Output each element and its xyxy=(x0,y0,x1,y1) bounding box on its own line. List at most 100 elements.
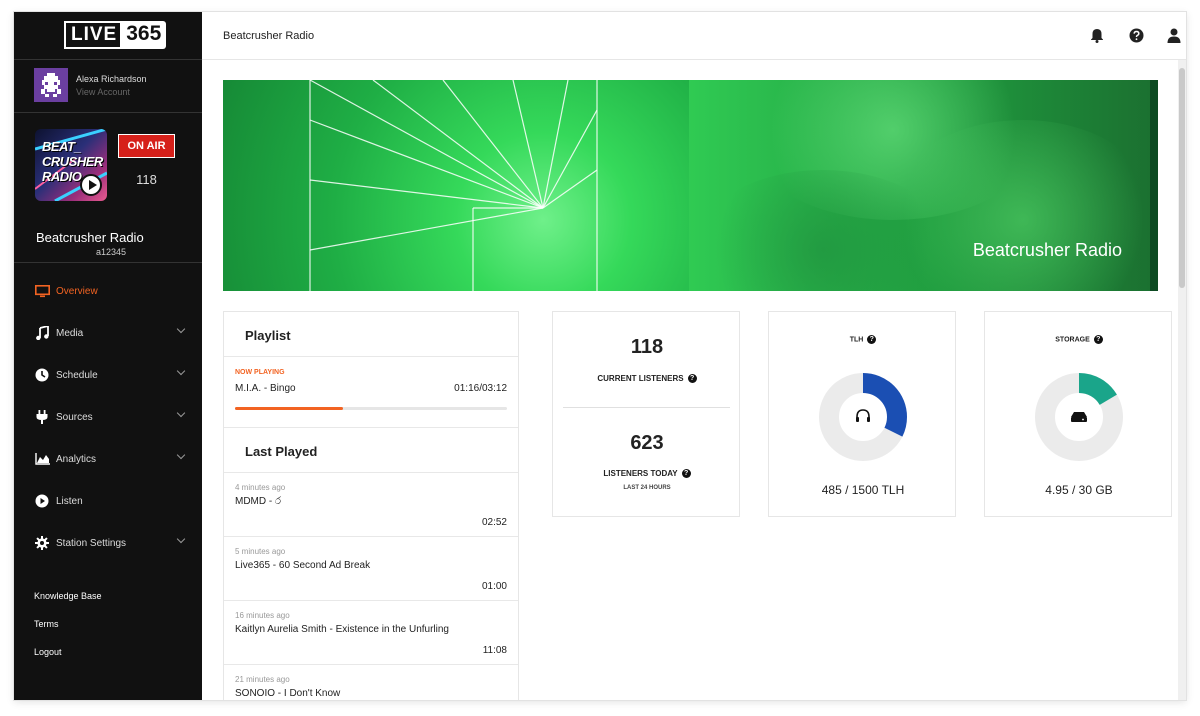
live365-logo[interactable]: LIVE 365 xyxy=(64,21,167,49)
now-playing-time: 01:16/03:12 xyxy=(454,383,507,394)
list-item: 5 minutes ago Live365 - 60 Second Ad Bre… xyxy=(224,537,518,601)
now-playing-label: NOW PLAYING xyxy=(235,369,285,376)
divider xyxy=(563,407,730,408)
user-name: Alexa Richardson xyxy=(76,73,147,84)
tlh-value: 485 / 1500 TLH xyxy=(821,483,905,497)
sidebar-item-schedule[interactable]: Schedule xyxy=(14,354,202,396)
tlh-label: TLH? xyxy=(769,335,957,344)
played-duration: 02:52 xyxy=(481,517,507,528)
divider xyxy=(14,59,202,60)
knowledge-base-link[interactable]: Knowledge Base xyxy=(34,591,102,619)
play-circle-icon xyxy=(34,494,50,508)
chevron-down-icon xyxy=(176,534,186,544)
donut-center xyxy=(844,398,882,436)
station-id: a12345 xyxy=(96,247,127,257)
tlh-donut xyxy=(819,373,907,461)
list-item: 16 minutes ago Kaitlyn Aurelia Smith - E… xyxy=(224,601,518,665)
sidebar-item-label: Media xyxy=(56,327,84,339)
help-icon[interactable]: ? xyxy=(1093,335,1103,344)
listeners-today-value: 623 xyxy=(630,432,664,454)
listeners-today-label: LISTENERS TODAY? xyxy=(553,469,741,479)
station-name: Beatcrusher Radio xyxy=(36,230,144,245)
chevron-down-icon xyxy=(176,408,186,418)
now-playing: NOW PLAYING M.I.A. - Bingo 01:16/03:12 xyxy=(224,357,518,428)
sidebar-item-listen[interactable]: Listen xyxy=(14,480,202,522)
storage-donut xyxy=(1035,373,1123,461)
top-bar: Beatcrusher Radio xyxy=(202,12,1186,60)
help-icon[interactable]: ? xyxy=(681,469,691,479)
sidebar-nav: Overview Media Schedule Sources Analytic… xyxy=(14,270,202,564)
page-title: Beatcrusher Radio xyxy=(223,30,315,42)
storage-card: STORAGE? 4.95 / 30 GB xyxy=(984,311,1172,517)
user-account[interactable]: Alexa Richardson View Account xyxy=(34,68,147,102)
footer-links: Knowledge Base Terms Logout xyxy=(34,591,102,675)
played-duration: 11:08 xyxy=(482,645,507,656)
sidebar-item-label: Station Settings xyxy=(56,537,127,549)
scrollbar-thumb[interactable] xyxy=(1179,68,1185,288)
current-listeners-text: CURRENT LISTENERS xyxy=(597,374,684,383)
user-icon[interactable] xyxy=(1165,26,1183,44)
view-account-link[interactable]: View Account xyxy=(76,87,147,97)
help-icon[interactable] xyxy=(1127,26,1145,44)
listeners-card: 118 CURRENT LISTENERS? 623 LISTENERS TOD… xyxy=(552,311,740,517)
logo-live: LIVE xyxy=(64,21,123,49)
help-icon[interactable]: ? xyxy=(867,335,877,344)
now-playing-track: M.I.A. - Bingo xyxy=(235,383,296,394)
playlist-title: Playlist xyxy=(224,312,518,357)
list-item: 21 minutes ago SONOIO - I Don't Know xyxy=(224,665,518,700)
played-duration: 01:00 xyxy=(481,581,507,592)
listener-count: 118 xyxy=(136,172,157,187)
station-banner: Beatcrusher Radio xyxy=(223,80,1158,291)
played-track: MDMD - ර xyxy=(235,496,282,507)
current-listeners-value: 118 xyxy=(630,336,664,358)
sidebar-item-station-settings[interactable]: Station Settings xyxy=(14,522,202,564)
terms-link[interactable]: Terms xyxy=(34,619,102,647)
sidebar-item-analytics[interactable]: Analytics xyxy=(14,438,202,480)
help-icon[interactable]: ? xyxy=(687,374,697,384)
scrollbar[interactable] xyxy=(1178,60,1186,700)
storage-value: 4.95 / 30 GB xyxy=(1045,483,1113,497)
play-button[interactable] xyxy=(80,174,102,196)
chevron-down-icon xyxy=(176,366,186,376)
sidebar-item-overview[interactable]: Overview xyxy=(14,270,202,312)
hard-drive-icon xyxy=(1071,412,1087,422)
sidebar: LIVE 365 Alexa Richardson View Account B… xyxy=(14,12,202,700)
chevron-down-icon xyxy=(176,324,186,334)
current-listeners-label: CURRENT LISTENERS? xyxy=(553,374,741,384)
sidebar-item-label: Listen xyxy=(56,495,83,507)
progress-bar xyxy=(235,407,507,410)
played-time-ago: 16 minutes ago xyxy=(235,611,290,620)
storage-label: STORAGE? xyxy=(985,335,1173,344)
progress-fill xyxy=(235,407,343,410)
sidebar-item-label: Analytics xyxy=(56,453,97,465)
divider xyxy=(14,112,202,113)
banner-title: Beatcrusher Radio xyxy=(972,240,1122,260)
played-track: Kaitlyn Aurelia Smith - Existence in the… xyxy=(235,624,449,635)
banner-lines xyxy=(309,80,598,291)
clock-icon xyxy=(34,368,50,382)
main-content: Beatcrusher Radio Playlist NOW PLAYING M… xyxy=(202,60,1186,700)
played-track: SONOIO - I Don't Know xyxy=(235,688,341,699)
sidebar-item-media[interactable]: Media xyxy=(14,312,202,354)
area-chart-icon xyxy=(34,452,50,466)
app-window: LIVE 365 Alexa Richardson View Account B… xyxy=(14,12,1186,700)
listeners-today-sublabel: LAST 24 HOURS xyxy=(623,485,671,491)
bell-icon[interactable] xyxy=(1088,26,1106,44)
sidebar-item-label: Sources xyxy=(56,411,93,423)
monitor-icon xyxy=(34,284,50,298)
on-air-badge: ON AIR xyxy=(118,134,175,158)
sidebar-item-label: Overview xyxy=(56,285,98,297)
sidebar-item-sources[interactable]: Sources xyxy=(14,396,202,438)
logo-365: 365 xyxy=(122,21,167,49)
station-artwork[interactable]: BEAT_ CRUSHER RADIO xyxy=(35,129,107,201)
avatar xyxy=(34,68,68,102)
music-note-icon xyxy=(34,326,50,340)
tlh-card: TLH? 485 / 1500 TLH xyxy=(768,311,956,517)
gear-icon xyxy=(34,536,50,550)
logout-link[interactable]: Logout xyxy=(34,647,102,675)
plug-icon xyxy=(34,410,50,424)
tlh-label-text: TLH xyxy=(849,336,864,344)
banner-edge xyxy=(1150,80,1158,291)
storage-label-text: STORAGE xyxy=(1055,336,1090,344)
chevron-down-icon xyxy=(176,450,186,460)
